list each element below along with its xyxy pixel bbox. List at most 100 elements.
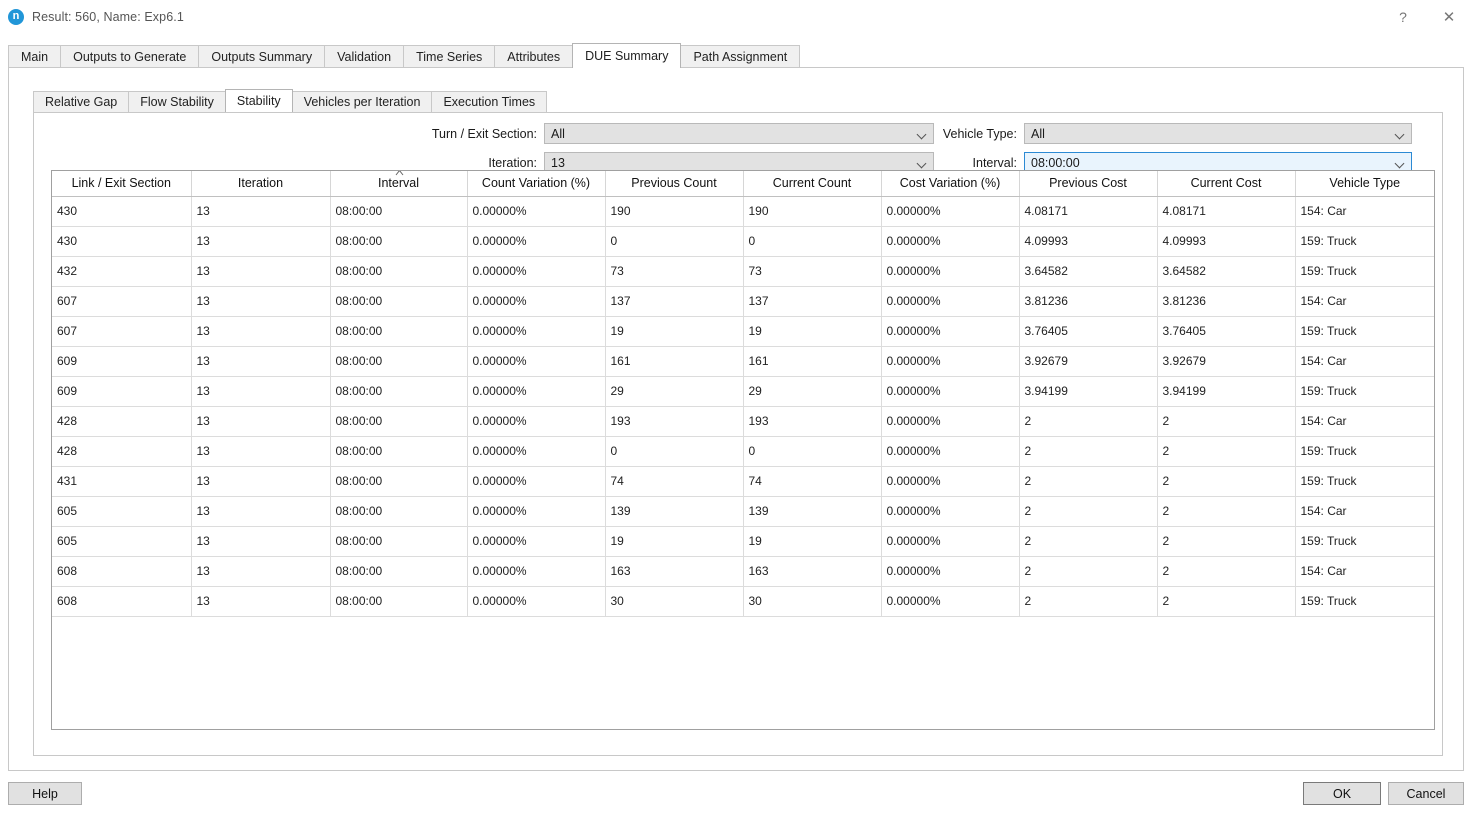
tab-path-assignment[interactable]: Path Assignment xyxy=(680,45,800,68)
table-row[interactable]: 4281308:00:000.00000%1931930.00000%22154… xyxy=(52,406,1434,436)
column-header-previous-count[interactable]: Previous Count xyxy=(605,171,743,196)
table-cell: 29 xyxy=(605,376,743,406)
subtab-label: Stability xyxy=(237,94,281,108)
column-header-label: Count Variation (%) xyxy=(482,176,590,190)
table-cell: 0.00000% xyxy=(881,556,1019,586)
stability-panel: Turn / Exit Section: All Iteration: 13 V… xyxy=(33,112,1443,756)
table-cell: 0 xyxy=(743,226,881,256)
chevron-down-icon xyxy=(1396,130,1404,138)
table-cell: 608 xyxy=(52,586,191,616)
table-row[interactable]: 6081308:00:000.00000%30300.00000%22159: … xyxy=(52,586,1434,616)
interval-value: 08:00:00 xyxy=(1025,156,1080,170)
table-cell: 431 xyxy=(52,466,191,496)
vehicle-type-field: Vehicle Type: All xyxy=(914,123,1412,144)
table-cell: 13 xyxy=(191,256,330,286)
table-cell: 3.94199 xyxy=(1157,376,1295,406)
app-icon: n xyxy=(8,9,24,25)
table-row[interactable]: 6071308:00:000.00000%1371370.00000%3.812… xyxy=(52,286,1434,316)
iteration-value: 13 xyxy=(545,156,565,170)
column-header-interval[interactable]: Interval xyxy=(330,171,467,196)
table-cell: 30 xyxy=(605,586,743,616)
table-cell: 19 xyxy=(743,526,881,556)
help-icon[interactable]: ? xyxy=(1380,0,1426,33)
subtab-flow-stability[interactable]: Flow Stability xyxy=(128,91,226,112)
tab-outputs-summary[interactable]: Outputs Summary xyxy=(198,45,325,68)
table-cell: 0.00000% xyxy=(467,286,605,316)
table-cell: 193 xyxy=(605,406,743,436)
help-button[interactable]: Help xyxy=(8,782,82,805)
tab-label: Path Assignment xyxy=(693,50,787,64)
subtab-relative-gap[interactable]: Relative Gap xyxy=(33,91,129,112)
close-icon[interactable]: ✕ xyxy=(1426,0,1472,33)
table-row[interactable]: 4311308:00:000.00000%74740.00000%22159: … xyxy=(52,466,1434,496)
table-row[interactable]: 6071308:00:000.00000%19190.00000%3.76405… xyxy=(52,316,1434,346)
table-cell: 13 xyxy=(191,316,330,346)
table-cell: 154: Car xyxy=(1295,346,1434,376)
table-cell: 0.00000% xyxy=(881,346,1019,376)
table-cell: 73 xyxy=(743,256,881,286)
tab-validation[interactable]: Validation xyxy=(324,45,404,68)
inner-tab-strip: Relative GapFlow Stability Stability Vehic… xyxy=(33,90,1443,112)
column-header-cost-variation[interactable]: Cost Variation (%) xyxy=(881,171,1019,196)
tab-attributes[interactable]: Attributes xyxy=(494,45,573,68)
table-cell: 428 xyxy=(52,406,191,436)
table-cell: 0.00000% xyxy=(467,376,605,406)
column-header-vehicle-type[interactable]: Vehicle Type xyxy=(1295,171,1434,196)
table-cell: 3.64582 xyxy=(1157,256,1295,286)
table-cell: 2 xyxy=(1157,466,1295,496)
column-header-current-cost[interactable]: Current Cost xyxy=(1157,171,1295,196)
tab-label: Validation xyxy=(337,50,391,64)
table-row[interactable]: 4301308:00:000.00000%000.00000%4.099934.… xyxy=(52,226,1434,256)
table-cell: 0.00000% xyxy=(881,586,1019,616)
column-header-iteration[interactable]: Iteration xyxy=(191,171,330,196)
table-cell: 0.00000% xyxy=(467,526,605,556)
table-cell: 159: Truck xyxy=(1295,586,1434,616)
table-cell: 190 xyxy=(743,196,881,226)
table-cell: 609 xyxy=(52,346,191,376)
table-cell: 2 xyxy=(1019,466,1157,496)
column-header-label: Current Count xyxy=(773,176,852,190)
table-row[interactable]: 6081308:00:000.00000%1631630.00000%22154… xyxy=(52,556,1434,586)
outer-tab-strip: Main Outputs to GenerateOutputs Summary Va… xyxy=(8,44,1464,68)
ok-button[interactable]: OK xyxy=(1303,782,1381,805)
tab-time-series[interactable]: Time Series xyxy=(403,45,495,68)
table-cell: 0.00000% xyxy=(467,226,605,256)
table-cell: 154: Car xyxy=(1295,496,1434,526)
table-row[interactable]: 4301308:00:000.00000%1901900.00000%4.081… xyxy=(52,196,1434,226)
column-header-count-variation[interactable]: Count Variation (%) xyxy=(467,171,605,196)
tab-due-summary[interactable]: DUE Summary xyxy=(572,43,681,68)
cancel-button[interactable]: Cancel xyxy=(1388,782,1464,805)
table-row[interactable]: 6091308:00:000.00000%29290.00000%3.94199… xyxy=(52,376,1434,406)
table-cell: 08:00:00 xyxy=(330,226,467,256)
table-row[interactable]: 6091308:00:000.00000%1611610.00000%3.926… xyxy=(52,346,1434,376)
table-row[interactable]: 6051308:00:000.00000%19190.00000%22159: … xyxy=(52,526,1434,556)
tab-outputs-to-generate[interactable]: Outputs to Generate xyxy=(60,45,199,68)
table-cell: 13 xyxy=(191,466,330,496)
table-row[interactable]: 4321308:00:000.00000%73730.00000%3.64582… xyxy=(52,256,1434,286)
table-cell: 0.00000% xyxy=(467,196,605,226)
subtab-stability[interactable]: Stability xyxy=(225,89,293,112)
table-cell: 2 xyxy=(1157,406,1295,436)
turn-exit-section-label: Turn / Exit Section: xyxy=(404,127,544,141)
interval-label: Interval: xyxy=(914,156,1024,170)
vehicle-type-select[interactable]: All xyxy=(1024,123,1412,144)
table-cell: 13 xyxy=(191,436,330,466)
subtab-execution-times[interactable]: Execution Times xyxy=(431,91,547,112)
tab-main[interactable]: Main xyxy=(8,45,61,68)
column-header-label: Interval xyxy=(378,176,419,190)
table-row[interactable]: 4281308:00:000.00000%000.00000%22159: Tr… xyxy=(52,436,1434,466)
tab-label: Main xyxy=(21,50,48,64)
table-cell: 154: Car xyxy=(1295,286,1434,316)
table-cell: 159: Truck xyxy=(1295,226,1434,256)
subtab-vehicles-per-iteration[interactable]: Vehicles per Iteration xyxy=(292,91,433,112)
column-header-previous-cost[interactable]: Previous Cost xyxy=(1019,171,1157,196)
column-header-current-count[interactable]: Current Count xyxy=(743,171,881,196)
stability-table-container[interactable]: Link / Exit SectionIteration Interval Coun… xyxy=(51,170,1435,730)
column-header-link-exit-section[interactable]: Link / Exit Section xyxy=(52,171,191,196)
window-controls: ? ✕ xyxy=(1380,0,1472,33)
table-cell: 13 xyxy=(191,406,330,436)
turn-exit-section-select[interactable]: All xyxy=(544,123,934,144)
table-row[interactable]: 6051308:00:000.00000%1391390.00000%22154… xyxy=(52,496,1434,526)
table-cell: 08:00:00 xyxy=(330,466,467,496)
table-cell: 0.00000% xyxy=(881,196,1019,226)
